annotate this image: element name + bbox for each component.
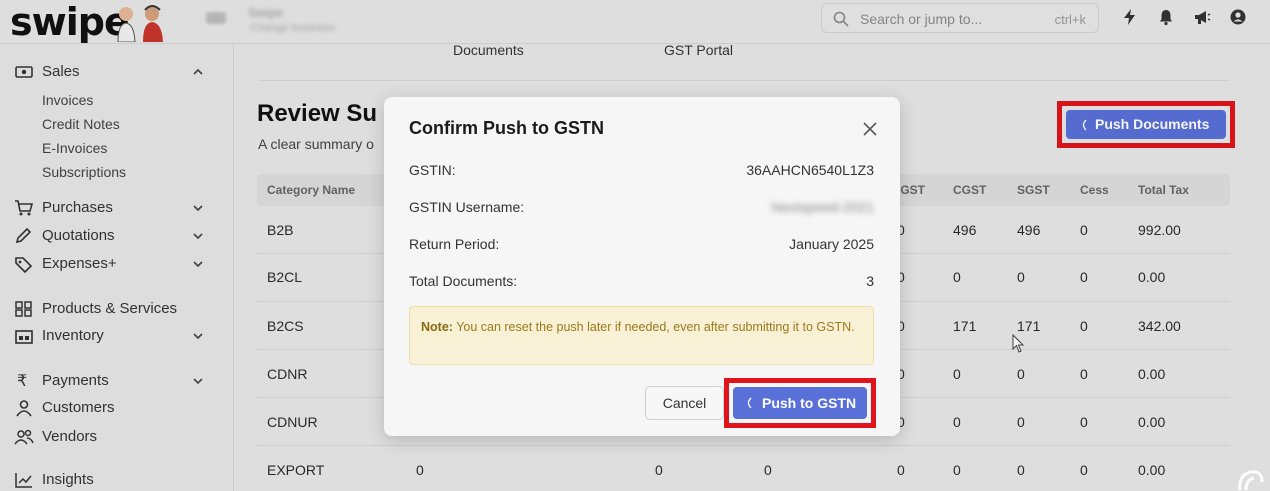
push-to-gstn-label: Push to GSTN bbox=[762, 395, 857, 411]
push-to-gstn-button[interactable]: Push to GSTN bbox=[733, 387, 867, 419]
modal-title: Confirm Push to GSTN bbox=[409, 118, 604, 138]
spinner-icon bbox=[747, 397, 752, 409]
note-prefix: Note: bbox=[421, 320, 453, 334]
return-period-value: January 2025 bbox=[789, 236, 874, 252]
note-text: You can reset the push later if needed, … bbox=[456, 320, 855, 334]
return-period-label: Return Period: bbox=[409, 236, 500, 252]
total-documents-value: 3 bbox=[866, 273, 874, 289]
note-box: Note: You can reset the push later if ne… bbox=[409, 306, 874, 365]
close-icon[interactable] bbox=[862, 121, 878, 137]
cancel-button[interactable]: Cancel bbox=[645, 386, 724, 420]
total-documents-label: Total Documents: bbox=[409, 273, 518, 289]
username-label: GSTIN Username: bbox=[409, 199, 525, 215]
watermark-logo-icon bbox=[1238, 470, 1264, 491]
gstin-label: GSTIN: bbox=[409, 162, 456, 178]
username-value: Nextspeed-2021 bbox=[771, 199, 874, 215]
gstin-value: 36AAHCN6540L1Z3 bbox=[746, 162, 874, 178]
